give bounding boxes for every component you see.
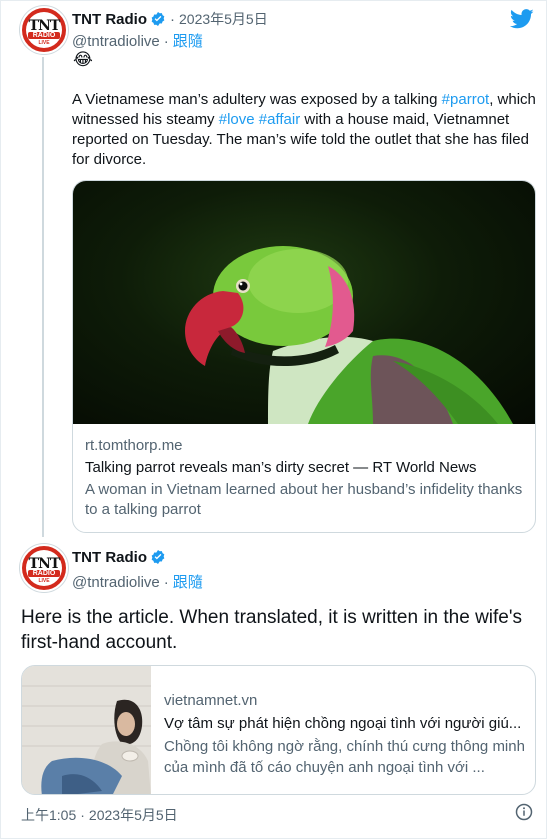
separator: · [163,574,169,591]
follow-link[interactable]: 跟隨 [173,574,203,591]
link-card-meta: rt.tomthorp.me Talking parrot reveals ma… [85,436,525,520]
verified-badge-icon [150,11,166,31]
laughing-emoji: 😂 [73,50,93,69]
card-description: A woman in Vietnam learned about her hus… [85,481,523,518]
embedded-tweet-frame: TNT RADIO LIVE TNT Radio · 2023年5月5日 @tntr… [0,0,547,839]
handle-line: @tntradiolive · 跟隨 [72,30,203,51]
card-title[interactable]: Vợ tâm sự phát hiện chồng ngoại tình với… [164,713,526,734]
tweet-timestamp[interactable]: 2023年5月5日 [179,11,268,27]
thread-connector [42,57,44,537]
link-card-vietnamnet[interactable]: vietnamnet.vn Vợ tâm sự phát hiện chồng … [21,665,536,795]
twitter-bird-icon[interactable] [509,9,534,34]
display-name[interactable]: TNT Radio [72,549,147,566]
display-name[interactable]: TNT Radio [72,11,147,28]
card-domain: vietnamnet.vn [164,692,258,709]
timestamp-date: 2023年5月5日 [88,807,178,823]
parrot-image [73,181,535,424]
avatar-logo-radio: RADIO [28,570,60,577]
avatar-logo-live: LIVE [38,40,50,46]
separator: · [170,11,175,28]
hashtag-love[interactable]: #love [219,111,255,128]
avatar-logo: TNT RADIO LIVE [26,550,62,586]
tnt-radio-avatar[interactable]: TNT RADIO LIVE [20,544,68,592]
tweet-text-segment: A Vietnamese man’s adultery was exposed … [72,91,442,108]
avatar-logo-radio: RADIO [28,32,60,39]
verified-badge-icon [150,549,166,569]
reply-text: Here is the article. When translated, it… [21,607,522,653]
tweet-text: A Vietnamese man’s adultery was exposed … [72,90,538,170]
info-icon[interactable] [515,803,533,826]
avatar-logo: TNT RADIO LIVE [26,12,62,48]
reply-header: TNT Radio [72,549,166,569]
hashtag-affair[interactable]: #affair [259,111,300,128]
follow-link[interactable]: 跟隨 [173,33,203,50]
hashtag-parrot[interactable]: #parrot [442,91,490,108]
separator: · [163,33,169,50]
article-thumbnail [22,666,151,794]
reply-timestamp[interactable]: 上午1:05 · 2023年5月5日 [21,805,178,825]
link-card-rt[interactable]: rt.tomthorp.me Talking parrot reveals ma… [72,180,536,533]
avatar-logo-live: LIVE [38,578,50,584]
link-card-meta: vietnamnet.vn Vợ tâm sự phát hiện chồng … [164,690,526,778]
card-title[interactable]: Talking parrot reveals man’s dirty secre… [85,458,525,478]
handle[interactable]: @tntradiolive [72,574,160,591]
card-description: Chồng tôi không ngờ rằng, chính thú cưng… [164,738,525,776]
tweet-header: TNT Radio · 2023年5月5日 [72,9,268,31]
handle-line: @tntradiolive · 跟隨 [72,571,203,592]
card-domain: rt.tomthorp.me [85,437,183,454]
tnt-radio-avatar[interactable]: TNT RADIO LIVE [20,6,68,54]
separator: · [80,807,85,823]
handle[interactable]: @tntradiolive [72,33,160,50]
timestamp-time: 上午1:05 [21,807,77,823]
